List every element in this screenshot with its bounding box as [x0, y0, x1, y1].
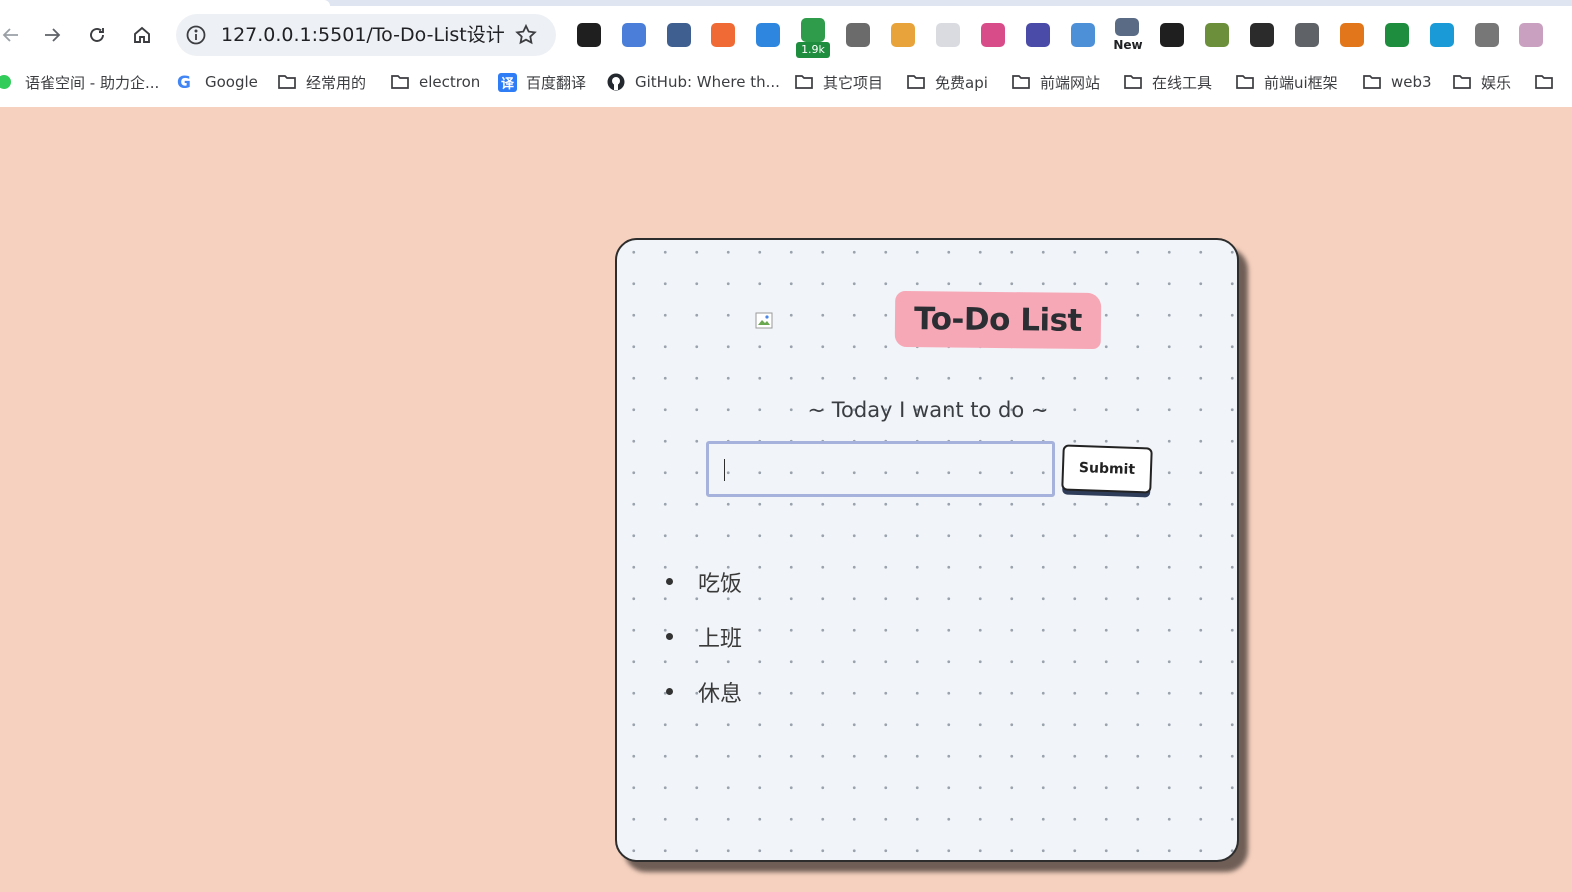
broken-image-icon [755, 312, 773, 329]
browser-chrome: 127.0.0.1:5501/To-Do-List设计（... 1.9k New… [0, 0, 1572, 107]
bookmark-folder-7[interactable]: 前端ui框架 [1235, 70, 1338, 94]
bookmark-label: 经常用的 [306, 73, 367, 92]
folder-icon [1363, 75, 1381, 89]
todo-input[interactable] [706, 441, 1055, 497]
face-extension-icon[interactable] [846, 23, 870, 47]
site-info-icon[interactable] [185, 24, 207, 46]
eyes-extension-icon[interactable] [1026, 23, 1050, 47]
bookmark-folder-6[interactable]: 在线工具 [1123, 70, 1212, 94]
star-box-extension-icon[interactable] [667, 23, 691, 47]
google-icon: G [177, 73, 191, 91]
browser-toolbar: 127.0.0.1:5501/To-Do-List设计（... 1.9k New [0, 6, 1572, 64]
bookmark-folder-3[interactable]: 其它项目 [794, 70, 883, 94]
back-button[interactable] [0, 20, 26, 50]
screenshot-extension-icon[interactable] [1071, 23, 1095, 47]
counter-extension-icon[interactable] [801, 18, 825, 42]
folder-icon [795, 75, 813, 89]
bookmarks-bar: 语雀空间 - 助力企... G Google 经常用的 electron 译 百… [0, 64, 1572, 100]
puzzle-extension-icon[interactable] [1160, 23, 1184, 47]
yuque-icon [0, 75, 11, 89]
shield-extension-icon[interactable] [622, 23, 646, 47]
back-arrow-icon [2, 28, 18, 42]
reload-button[interactable] [82, 20, 112, 50]
todo-item[interactable]: 休息 [665, 664, 1125, 719]
bookmark-label: GitHub: Where th... [635, 73, 780, 91]
todo-list: 吃饭 上班 休息 [665, 554, 1125, 719]
figure-extension-icon[interactable] [1519, 23, 1543, 47]
folder-icon [1012, 75, 1030, 89]
bookmark-folder-8[interactable]: web3 [1362, 70, 1432, 94]
app-subtitle: ~ Today I want to do ~ [807, 398, 1049, 422]
bookmark-baidu-translate[interactable]: 译 百度翻译 [498, 70, 586, 94]
folder-icon [391, 75, 409, 89]
todo-text: 上班 [698, 626, 743, 652]
bookmark-yuque[interactable]: 语雀空间 - 助力企... [0, 70, 159, 94]
url-text[interactable]: 127.0.0.1:5501/To-Do-List设计（... [221, 25, 511, 45]
folder-icon [1453, 75, 1471, 89]
bookmark-google[interactable]: G Google [176, 70, 258, 94]
todo-item[interactable]: 上班 [665, 609, 1125, 664]
n-extension-icon[interactable] [1475, 23, 1499, 47]
bookmark-label: 百度翻译 [526, 73, 587, 92]
bookmark-folder-10[interactable] [1534, 70, 1563, 94]
orange-blob-extension-icon[interactable] [711, 23, 735, 47]
new-extension-icon[interactable] [1115, 18, 1139, 36]
bookmark-label: 其它项目 [823, 73, 884, 92]
masks-extension-icon[interactable] [577, 23, 601, 47]
home-button[interactable] [127, 20, 157, 50]
dark-circle-extension-icon[interactable] [1250, 23, 1274, 47]
app-title: To-Do List [894, 290, 1102, 350]
download-arrow-extension-icon[interactable] [1385, 23, 1409, 47]
bookmark-label: Google [205, 73, 258, 91]
bookmark-label: electron [419, 73, 481, 91]
svg-text:G: G [177, 73, 191, 91]
fox-extension-icon[interactable] [1340, 23, 1364, 47]
folder-icon [1535, 75, 1553, 89]
eye-extension-icon[interactable] [1430, 23, 1454, 47]
bookmark-label: 前端ui框架 [1264, 73, 1338, 92]
bookmark-folder-9[interactable]: 娱乐 [1452, 70, 1511, 94]
submit-button[interactable]: Submit [1061, 444, 1153, 494]
bookmark-folder-4[interactable]: 免费api [906, 70, 988, 94]
bookmark-label: 在线工具 [1152, 73, 1213, 92]
bookmark-folder-2[interactable]: electron [390, 70, 480, 94]
ring-extension-icon[interactable] [891, 23, 915, 47]
bullet-icon [666, 688, 673, 695]
translate-extension-icon[interactable] [981, 23, 1005, 47]
bookmark-star-icon[interactable] [514, 23, 538, 47]
bookmark-folder-1[interactable]: 经常用的 [277, 70, 366, 94]
github-icon [607, 73, 625, 91]
forward-button[interactable] [37, 20, 67, 50]
folder-icon [278, 75, 296, 89]
folder-icon [907, 75, 925, 89]
baidu-translate-icon: 译 [498, 72, 517, 92]
bookmark-label: 语雀空间 - 助力企... [25, 73, 160, 92]
todo-card: To-Do List ~ Today I want to do ~ Submit… [615, 238, 1239, 862]
folder-icon [1124, 75, 1142, 89]
bookmark-github[interactable]: GitHub: Where th... [606, 70, 780, 94]
bookmark-label: 免费api [935, 73, 988, 92]
todo-text: 吃饭 [698, 571, 743, 597]
copy-extension-icon[interactable] [1295, 23, 1319, 47]
bookmark-label: 娱乐 [1481, 73, 1512, 92]
faded-extension-icon[interactable] [936, 23, 960, 47]
bookmark-folder-5[interactable]: 前端网站 [1011, 70, 1100, 94]
home-icon [134, 26, 150, 43]
bullet-icon [666, 578, 673, 585]
text-cursor [724, 459, 725, 481]
extension-badge-count: 1.9k [796, 42, 830, 58]
bookmark-label: 前端网站 [1040, 73, 1101, 92]
forward-arrow-icon [45, 28, 61, 42]
todo-text: 休息 [698, 681, 743, 707]
reload-icon [90, 28, 104, 42]
folder-icon [1236, 75, 1254, 89]
bullet-icon [666, 633, 673, 640]
todo-item[interactable]: 吃饭 [665, 554, 1125, 609]
bookmark-label: web3 [1391, 73, 1432, 91]
address-bar[interactable]: 127.0.0.1:5501/To-Do-List设计（... [176, 14, 556, 56]
y-extension-icon[interactable] [1205, 23, 1229, 47]
colorful-shield-extension-icon[interactable] [756, 23, 780, 47]
extension-new-label: New [1113, 38, 1143, 52]
